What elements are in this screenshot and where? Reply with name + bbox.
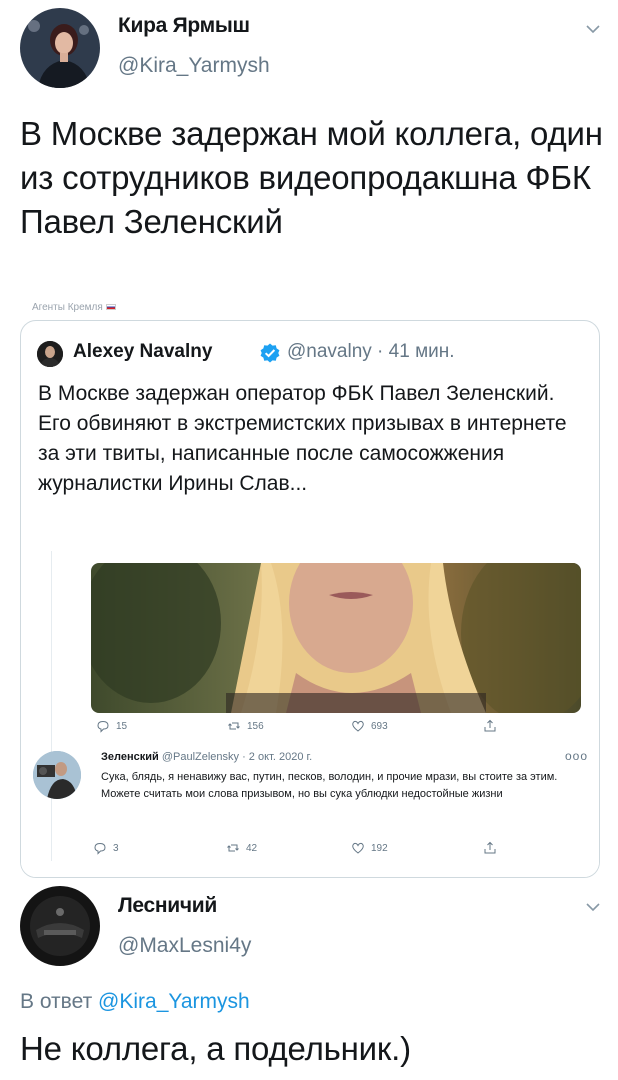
- embedded-photo: [91, 563, 581, 713]
- embedded-reply-meta: @PaulZelensky · 2 окт. 2020 г.: [161, 751, 313, 763]
- reply-to-handle-link[interactable]: @Kira_Yarmysh: [98, 990, 250, 1013]
- embedded-reply-header: Зеленский @PaulZelensky · 2 окт. 2020 г.: [101, 751, 312, 763]
- reply-action: 3: [93, 841, 119, 855]
- tweet-header: Кира Ярмыш @Kira_Yarmysh: [0, 0, 618, 100]
- author-handle[interactable]: @Kira_Yarmysh: [118, 54, 270, 78]
- embedded-reply-author: Зеленский: [101, 751, 159, 763]
- reply-count: 3: [113, 842, 119, 854]
- watermark-text: Агенты Кремля: [32, 302, 103, 313]
- share-icon: [484, 841, 496, 854]
- retweet-icon: [227, 844, 239, 852]
- like-count: 192: [371, 842, 388, 854]
- quoted-author-name: Alexey Navalny: [73, 341, 213, 362]
- reply-header: Лесничий @MaxLesni4y: [0, 878, 618, 978]
- verified-badge-icon: [259, 342, 281, 364]
- retweet-icon: [228, 722, 240, 730]
- like-count: 693: [371, 720, 388, 732]
- like-action: 192: [351, 841, 388, 855]
- quoted-tweet[interactable]: Alexey Navalny @navalny · 41 мин. В Моск…: [20, 320, 600, 878]
- retweet-count: 42: [246, 842, 258, 854]
- replying-to: В ответ @Kira_Yarmysh: [20, 990, 250, 1014]
- avatar[interactable]: [20, 886, 100, 966]
- avatar-photo: [20, 886, 100, 966]
- retweet-count: 156: [247, 720, 264, 732]
- chevron-down-icon[interactable]: [582, 896, 604, 918]
- heart-icon: [352, 842, 364, 854]
- embedded-screenshot: 15 156 693 Зеленский @PaulZelensky · 2 о…: [21, 551, 599, 877]
- reply-author-name[interactable]: Лесничий: [118, 894, 217, 918]
- reply-author-handle[interactable]: @MaxLesni4y: [118, 934, 251, 958]
- thread-line: [51, 551, 52, 861]
- embedded-reply-actions: 3 42 192: [21, 841, 599, 861]
- avatar[interactable]: [20, 8, 100, 88]
- avatar-photo: [20, 8, 100, 88]
- reply-icon: [94, 842, 106, 855]
- share-action: [483, 719, 497, 733]
- retweet-action: 42: [226, 841, 257, 855]
- embedded-reply-avatar: [33, 751, 81, 799]
- reply-icon: [97, 720, 109, 733]
- reply-to-prefix: В ответ: [20, 990, 93, 1013]
- reply-count: 15: [116, 720, 128, 732]
- share-icon: [484, 719, 496, 732]
- reply-action: 15: [96, 719, 127, 733]
- heart-icon: [352, 720, 364, 732]
- share-action: [483, 841, 497, 855]
- retweet-action: 156: [227, 719, 264, 733]
- quoted-avatar: [37, 341, 63, 367]
- reply-text: Не коллега, а подельник.): [20, 1030, 411, 1067]
- embedded-reply-text: Сука, блядь, я ненавижу вас, путин, песк…: [101, 771, 558, 800]
- quoted-meta: @navalny · 41 мин.: [287, 341, 455, 362]
- tweet-text: В Москве задержан мой коллега, один из с…: [20, 115, 603, 240]
- embed-actions: 15 156 693: [21, 719, 599, 739]
- author-name[interactable]: Кира Ярмыш: [118, 14, 250, 38]
- like-action: 693: [351, 719, 388, 733]
- flag-icon: [105, 304, 116, 311]
- quoted-text: В Москве задержан оператор ФБК Павел Зел…: [38, 382, 567, 495]
- more-icon: ooo: [565, 749, 589, 763]
- watermark: Агенты Кремля: [32, 302, 116, 313]
- chevron-down-icon[interactable]: [582, 18, 604, 40]
